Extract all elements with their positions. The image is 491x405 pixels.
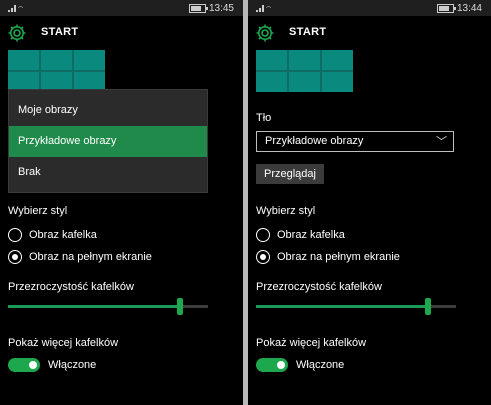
chevron-down-icon: ﹀	[436, 136, 447, 148]
radio-fullscreen-image-label: Obraz na pełnym ekranie	[29, 251, 152, 263]
transparency-slider[interactable]	[256, 298, 456, 315]
background-dropdown-list: Moje obrazy Przykładowe obrazy Brak	[8, 89, 208, 193]
dropdown-item-none[interactable]: Brak	[9, 157, 207, 188]
dropdown-item-sample-pictures[interactable]: Przykładowe obrazy	[9, 126, 207, 157]
tile-preview	[8, 50, 105, 92]
background-label: Tło	[256, 112, 272, 124]
radio-fullscreen-image[interactable]	[256, 250, 270, 264]
status-bar: ◝ 13:44	[248, 0, 491, 16]
battery-icon	[437, 4, 456, 13]
more-tiles-state: Włączone	[48, 359, 97, 371]
browse-button[interactable]: Przeglądaj	[256, 164, 324, 184]
page-title: START	[41, 26, 79, 38]
gear-icon[interactable]	[7, 23, 27, 43]
right-screen: ◝ 13:44 START Tło Przykładowe obrazy ﹀ P…	[248, 0, 491, 405]
radio-tile-image[interactable]	[8, 228, 22, 242]
background-select[interactable]: Przykładowe obrazy ﹀	[256, 131, 454, 152]
transparency-label: Przezroczystość kafelków	[8, 281, 134, 293]
wifi-icon: ◝	[16, 3, 27, 13]
radio-tile-image[interactable]	[256, 228, 270, 242]
page-title: START	[289, 26, 327, 38]
transparency-slider[interactable]	[8, 298, 208, 315]
status-bar: ◝ 13:45	[0, 0, 243, 16]
clock: 13:44	[456, 3, 482, 14]
radio-fullscreen-image-label: Obraz na pełnym ekranie	[277, 251, 400, 263]
more-tiles-toggle[interactable]	[256, 358, 288, 372]
radio-fullscreen-image[interactable]	[8, 250, 22, 264]
background-select-value: Przykładowe obrazy	[265, 135, 364, 147]
tile-preview	[256, 50, 353, 92]
wifi-icon: ◝	[264, 3, 275, 13]
left-screen: ◝ 13:45 START Moje obrazy Przykładowe ob…	[0, 0, 243, 405]
slider-fill	[8, 305, 180, 308]
slider-thumb[interactable]	[177, 298, 183, 315]
radio-tile-image-label: Obraz kafelka	[29, 229, 97, 241]
radio-tile-image-label: Obraz kafelka	[277, 229, 345, 241]
slider-thumb[interactable]	[425, 298, 431, 315]
app-header: START	[0, 16, 243, 50]
more-tiles-state: Włączone	[296, 359, 345, 371]
clock: 13:45	[208, 3, 234, 14]
style-label: Wybierz styl	[8, 205, 68, 217]
more-tiles-label: Pokaż więcej kafelków	[256, 337, 367, 349]
style-label: Wybierz styl	[256, 205, 316, 217]
battery-icon	[189, 4, 208, 13]
more-tiles-label: Pokaż więcej kafelków	[8, 337, 119, 349]
dropdown-item-my-pictures[interactable]: Moje obrazy	[9, 95, 207, 126]
gear-icon[interactable]	[255, 23, 275, 43]
app-header: START	[248, 16, 491, 50]
transparency-label: Przezroczystość kafelków	[256, 281, 382, 293]
more-tiles-toggle[interactable]	[8, 358, 40, 372]
slider-fill	[256, 305, 428, 308]
